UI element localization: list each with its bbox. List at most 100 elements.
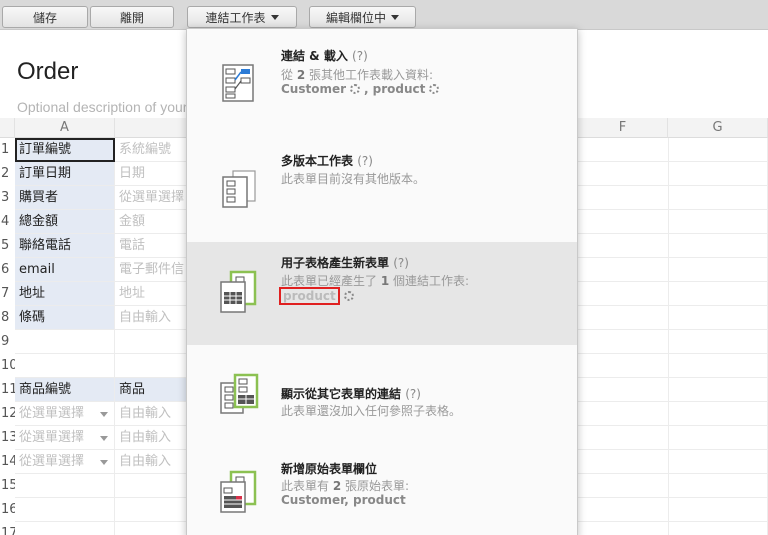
row-number: 1 [0,138,15,162]
field-label-cell[interactable]: 訂單編號 [15,138,115,162]
field-type-cell[interactable]: 日期 [115,162,187,186]
edit-field-button[interactable]: 編輯欄位中 [309,6,416,28]
gridline [578,209,768,210]
field-type-cell[interactable]: 系統編號 [115,138,187,162]
menu-item-desc: 此表單還沒加入任何參照子表格。 [281,404,462,418]
desc-suffix: 張其他工作表載入資料: [309,68,434,82]
gridline [578,305,768,306]
help-link[interactable]: (?) [393,256,409,270]
row-number: 15 [0,474,18,498]
gridline [578,497,768,498]
column-header-g[interactable]: G [668,118,768,138]
menu-item-title-text: 顯示從其它表單的連結 [281,387,402,401]
menu-item-title-text: 連結 & 載入 [281,49,348,63]
gridline [578,161,768,162]
field-label-cell[interactable]: 訂單日期 [15,162,115,186]
row-number: 12 [0,402,18,426]
subtable-select-cell[interactable]: 從選單選擇 [15,402,115,426]
field-type-cell[interactable]: 自由輸入 [115,306,187,330]
gear-icon[interactable] [429,84,440,94]
link-sheet-button[interactable]: 連結工作表 [187,6,297,28]
subtable-new-form-icon [220,270,257,313]
subtable-select-text: 從選單選擇 [19,454,85,469]
menu-item-link-load[interactable]: 連結 & 載入 (?) 從 2 張其他工作表載入資料: Customer , p… [187,29,577,132]
linked-sheets: Customer , product [281,82,440,96]
empty-cell[interactable] [115,474,187,498]
save-button[interactable]: 儲存 [2,6,88,28]
gridline [578,521,768,522]
empty-cell[interactable] [115,522,187,535]
menu-item-title-text: 用子表格產生新表單 [281,256,390,270]
menu-item-subtable-new-form[interactable]: 用子表格產生新表單 (?) 此表單已經產生了 1 個連結工作表: product [187,242,577,345]
gridline [578,281,768,282]
help-link[interactable]: (?) [357,154,373,168]
subtable-input-cell[interactable]: 自由輸入 [115,426,187,450]
gridline [578,233,768,234]
row-number: 6 [0,258,15,282]
empty-cell[interactable] [115,330,187,354]
field-label-cell[interactable]: email [15,258,115,282]
gridline [578,425,768,426]
menu-item-desc: 從 2 張其他工作表載入資料: [281,66,433,83]
subtable-select-cell[interactable]: 從選單選擇 [15,450,115,474]
field-label-cell[interactable]: 總金額 [15,210,115,234]
form-title[interactable]: Order [17,58,78,86]
menu-item-multi-version[interactable]: 多版本工作表 (?) 此表單目前沒有其他版本。 [187,132,577,235]
chevron-down-icon[interactable] [100,412,108,417]
gridline [668,138,669,535]
empty-cell[interactable] [15,354,115,378]
help-link[interactable]: (?) [352,49,368,63]
subtable-select-cell[interactable]: 從選單選擇 [15,426,115,450]
field-type-cell[interactable]: 地址 [115,282,187,306]
linked-sheet-link[interactable]: product [279,287,340,305]
row-number: 5 [0,234,15,258]
chevron-down-icon [270,14,279,20]
menu-item-title: 新增原始表單欄位 [281,462,378,476]
column-header-a[interactable]: A [15,118,115,138]
form-description[interactable]: Optional description of your [17,99,187,115]
menu-item-title: 顯示從其它表單的連結 (?) [281,385,421,402]
field-type-cell[interactable]: 電子郵件信 [115,258,187,282]
multi-version-icon [222,170,256,208]
empty-cell[interactable] [15,330,115,354]
linked-sheet-link[interactable]: Customer [281,82,346,96]
subtable-select-text: 從選單選擇 [19,430,85,445]
subtable-input-cell[interactable]: 自由輸入 [115,450,187,474]
desc-suffix: 張原始表單: [345,479,410,493]
row-number: 9 [0,330,15,354]
empty-cell[interactable] [115,498,187,522]
empty-cell[interactable] [15,498,115,522]
desc-count: 2 [296,68,306,82]
empty-cell[interactable] [115,354,187,378]
menu-item-source-form[interactable]: 新增原始表單欄位 此表單有 2 張原始表單: Customer, product [187,448,577,535]
subtable-header-cell[interactable]: 商品 [115,378,187,402]
field-label-cell[interactable]: 聯絡電話 [15,234,115,258]
source-forms[interactable]: Customer, product [281,493,406,507]
row-number: 11 [0,378,18,402]
chevron-down-icon[interactable] [100,460,108,465]
gear-icon[interactable] [343,291,354,301]
subtable-header-cell[interactable]: 商品編號 [15,378,115,402]
subtable-input-cell[interactable]: 自由輸入 [115,402,187,426]
linked-sheet-link[interactable]: product [373,82,426,96]
menu-item-title: 連結 & 載入 (?) [281,47,368,64]
empty-cell[interactable] [15,474,115,498]
field-type-cell[interactable]: 從選單選擇 [115,186,187,210]
field-type-cell[interactable]: 電話 [115,234,187,258]
field-type-cell[interactable]: 金額 [115,210,187,234]
field-label-cell[interactable]: 地址 [15,282,115,306]
field-label-cell[interactable]: 購買者 [15,186,115,210]
empty-cell[interactable] [15,522,115,535]
field-label-cell[interactable]: 條碼 [15,306,115,330]
column-header-f[interactable]: F [578,118,668,138]
show-links-icon [220,373,259,414]
help-link[interactable]: (?) [405,387,421,401]
menu-item-title-text: 多版本工作表 [281,154,354,168]
menu-item-show-links[interactable]: 顯示從其它表單的連結 (?) 此表單還沒加入任何參照子表格。 [187,345,577,448]
separator-comma: , [364,82,369,96]
gear-icon[interactable] [350,84,361,94]
chevron-down-icon[interactable] [100,436,108,441]
desc-count: 2 [332,479,342,493]
leave-button[interactable]: 離開 [90,6,174,28]
column-header-b[interactable] [115,118,187,138]
